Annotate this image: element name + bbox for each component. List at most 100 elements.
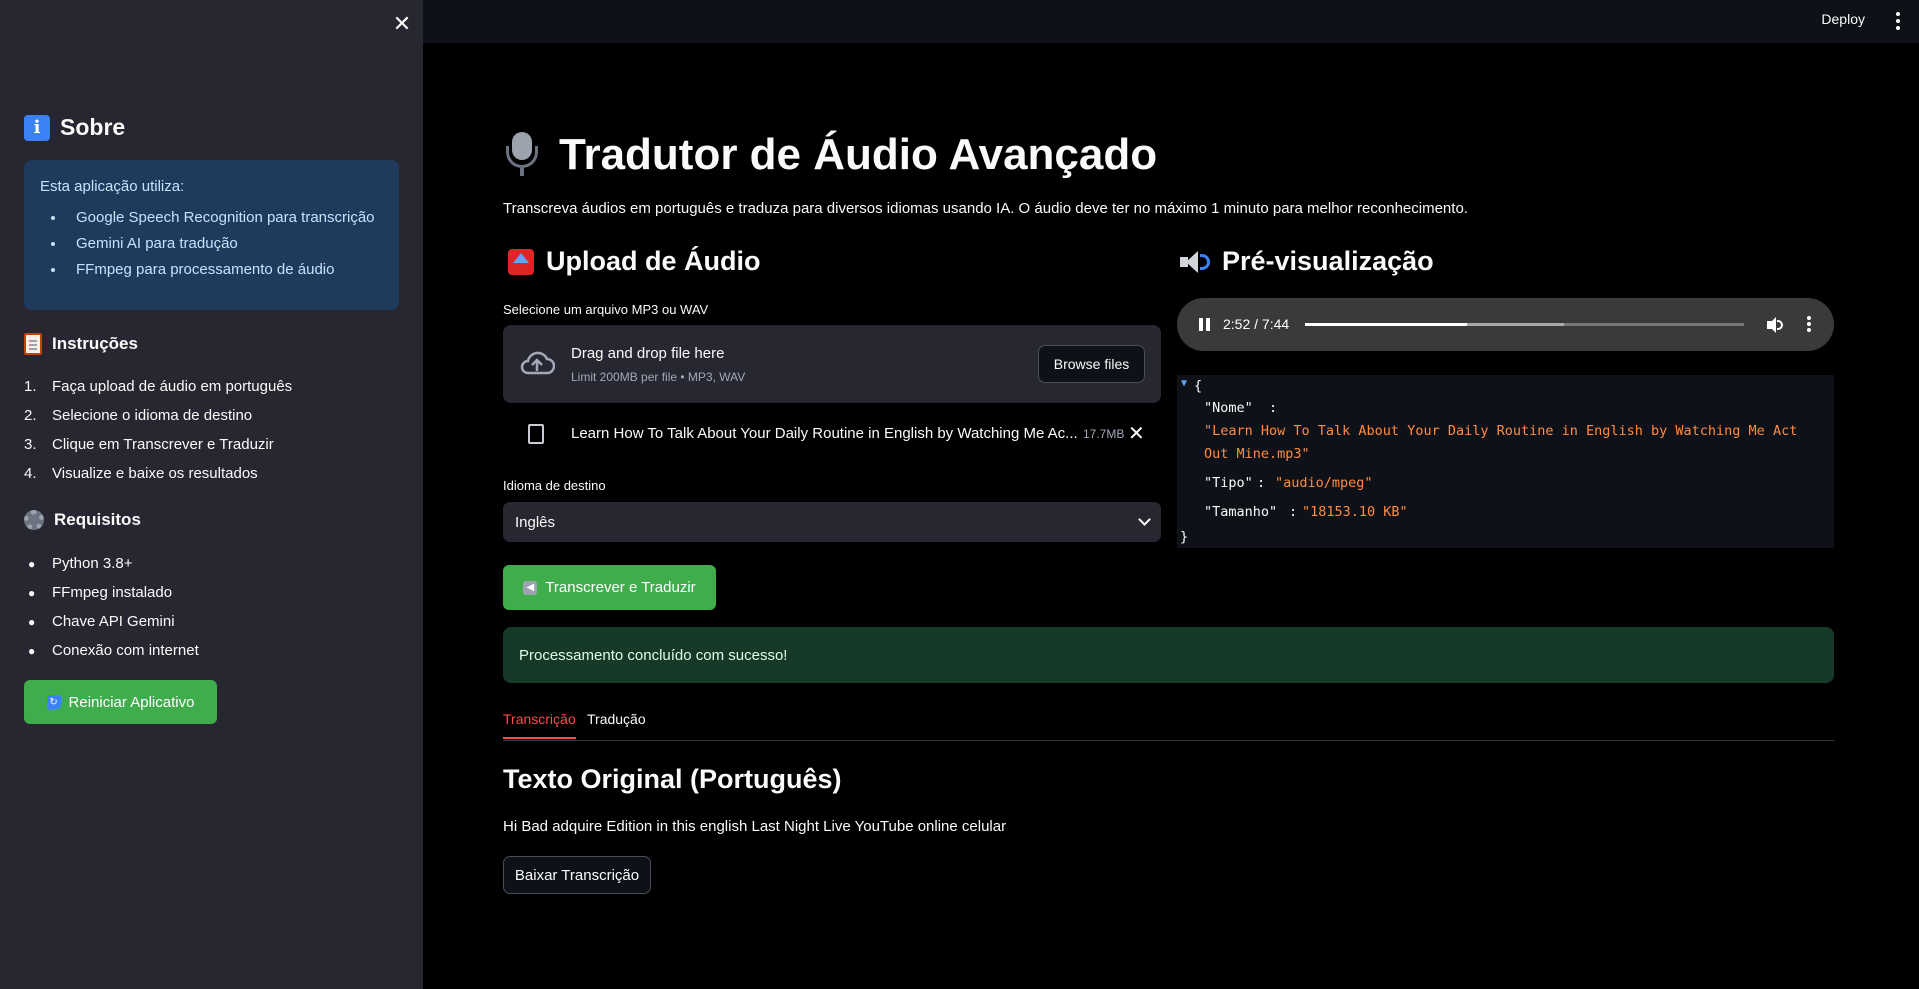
list-text: Chave API Gemini	[52, 613, 175, 630]
volume-icon[interactable]	[1765, 315, 1785, 335]
json-separator: :	[1257, 475, 1266, 491]
list-item: ● Chave API Gemini	[24, 607, 199, 636]
json-open-brace: {	[1194, 378, 1203, 394]
list-text: FFmpeg instalado	[52, 584, 173, 601]
upload-icon	[508, 248, 534, 275]
uploaded-file-size: 17.7MB	[1083, 427, 1125, 441]
clipboard-icon	[24, 333, 42, 355]
tab-transcricao[interactable]: Transcrição	[503, 711, 576, 739]
deploy-button[interactable]: Deploy	[1821, 11, 1865, 27]
json-value: "18153.10 KB"	[1302, 504, 1408, 520]
chevron-down-icon	[1138, 513, 1151, 526]
restart-button[interactable]: ↻ Reiniciar Aplicativo	[24, 680, 217, 724]
audio-seek-bar[interactable]	[1305, 323, 1744, 326]
file-uploader-label: Selecione um arquivo MP3 ou WAV	[503, 302, 709, 317]
list-item: ● FFmpeg instalado	[24, 578, 199, 607]
list-text: Python 3.8+	[52, 555, 133, 572]
requisitos-title: Requisitos	[54, 510, 141, 529]
tab-traducao[interactable]: Tradução	[587, 711, 646, 737]
bullet-icon: ●	[28, 556, 36, 571]
more-options-icon[interactable]	[1807, 316, 1811, 332]
json-value: "audio/mpeg"	[1275, 475, 1373, 491]
sidebar: ✕ i Sobre Esta aplicação utiliza: Google…	[0, 0, 423, 989]
audio-player: 2:52 / 7:44	[1177, 298, 1834, 351]
info-item: Google Speech Recognition para transcriç…	[66, 209, 383, 226]
uploaded-file-row: Learn How To Talk About Your Daily Routi…	[503, 418, 1161, 450]
info-box: Esta aplicação utiliza: Google Speech Re…	[24, 160, 399, 310]
page-title: Tradutor de Áudio Avançado	[503, 130, 1157, 180]
transcribe-translate-label: Transcrever e Traduzir	[545, 579, 696, 596]
main-menu-icon[interactable]	[1895, 12, 1901, 30]
page-subtitle: Transcreva áudios em português e traduza…	[503, 200, 1468, 217]
browse-files-button[interactable]: Browse files	[1038, 345, 1145, 383]
list-item: 4. Visualize e baixe os resultados	[24, 459, 292, 488]
json-key: "Tamanho"	[1204, 504, 1278, 520]
info-item: Gemini AI para tradução	[66, 235, 383, 252]
bullet-icon: ●	[28, 585, 36, 600]
list-text: Clique em Transcrever e Traduzir	[52, 436, 274, 453]
audio-progress	[1305, 323, 1468, 326]
gear-icon	[24, 510, 44, 530]
top-bar: Deploy	[423, 0, 1919, 43]
json-value: Out Mine.mp3"	[1204, 446, 1310, 462]
file-icon	[528, 424, 544, 444]
json-viewer: ▼ { "Nome" : "Learn How To Talk About Yo…	[1177, 375, 1834, 548]
list-item: 2. Selecione o idioma de destino	[24, 401, 292, 430]
list-item: 3. Clique em Transcrever e Traduzir	[24, 430, 292, 459]
remove-file-icon[interactable]: ✕	[1128, 421, 1145, 446]
info-icon: i	[24, 114, 50, 141]
page-title-text: Tradutor de Áudio Avançado	[559, 130, 1158, 179]
list-text: Conexão com internet	[52, 642, 199, 659]
list-text: Selecione o idioma de destino	[52, 407, 253, 424]
speaker-icon	[1180, 250, 1210, 274]
list-number: 4.	[24, 465, 37, 482]
json-key: "Tipo"	[1204, 475, 1253, 491]
transcribe-translate-button[interactable]: ◀ Transcrever e Traduzir	[503, 565, 716, 610]
json-separator: :	[1269, 400, 1278, 416]
language-select-value: Inglês	[515, 513, 556, 531]
download-transcript-button[interactable]: Baixar Transcrição	[503, 856, 651, 894]
json-value: "Learn How To Talk About Your Daily Rout…	[1204, 423, 1798, 439]
list-item: ● Python 3.8+	[24, 549, 199, 578]
list-number: 2.	[24, 407, 37, 424]
uploaded-file-name: Learn How To Talk About Your Daily Routi…	[571, 425, 1078, 442]
dropzone-limits: Limit 200MB per file • MP3, WAV	[571, 370, 746, 384]
language-select-label: Idioma de destino	[503, 478, 606, 493]
restart-label: Reiniciar Aplicativo	[68, 693, 195, 711]
dropzone-title: Drag and drop file here	[571, 345, 725, 362]
microphone-icon	[503, 132, 541, 178]
bullet-icon: ●	[28, 643, 36, 658]
json-close-brace: }	[1180, 529, 1189, 545]
list-item: ● Conexão com internet	[24, 636, 199, 665]
info-item: FFmpeg para processamento de áudio	[66, 261, 383, 278]
collapse-toggle-icon[interactable]: ▼	[1181, 378, 1187, 389]
speaker-small-icon: ◀	[523, 580, 538, 595]
preview-heading: Pré-visualização	[1180, 246, 1434, 277]
audio-time: 2:52 / 7:44	[1223, 316, 1290, 332]
pause-icon[interactable]	[1199, 318, 1211, 331]
info-lead: Esta aplicação utiliza:	[40, 178, 185, 195]
file-dropzone[interactable]: Drag and drop file here Limit 200MB per …	[503, 325, 1161, 403]
sobre-heading: i Sobre	[24, 114, 125, 141]
preview-title: Pré-visualização	[1222, 246, 1434, 276]
json-key: "Nome"	[1204, 400, 1253, 416]
cloud-upload-icon	[520, 351, 555, 375]
language-select[interactable]: Inglês	[503, 502, 1161, 542]
list-item: 1. Faça upload de áudio em português	[24, 372, 292, 401]
close-sidebar-icon[interactable]: ✕	[390, 12, 414, 36]
json-separator: :	[1289, 504, 1298, 520]
bullet-icon: ●	[28, 614, 36, 629]
sobre-title: Sobre	[60, 114, 126, 140]
instrucoes-list: 1. Faça upload de áudio em português 2. Se…	[24, 372, 292, 488]
upload-title: Upload de Áudio	[546, 246, 761, 276]
instrucoes-title: Instruções	[52, 334, 138, 353]
list-number: 1.	[24, 378, 37, 395]
requisitos-list: ● Python 3.8+ ● FFmpeg instalado ● Chave AP…	[24, 549, 199, 665]
upload-heading: Upload de Áudio	[508, 246, 760, 277]
list-text: Faça upload de áudio em português	[52, 378, 293, 395]
list-number: 3.	[24, 436, 37, 453]
list-text: Visualize e baixe os resultados	[52, 465, 258, 482]
section-title: Texto Original (Português)	[503, 764, 842, 794]
instrucoes-heading: Instruções	[24, 333, 138, 355]
refresh-icon: ↻	[46, 695, 61, 709]
